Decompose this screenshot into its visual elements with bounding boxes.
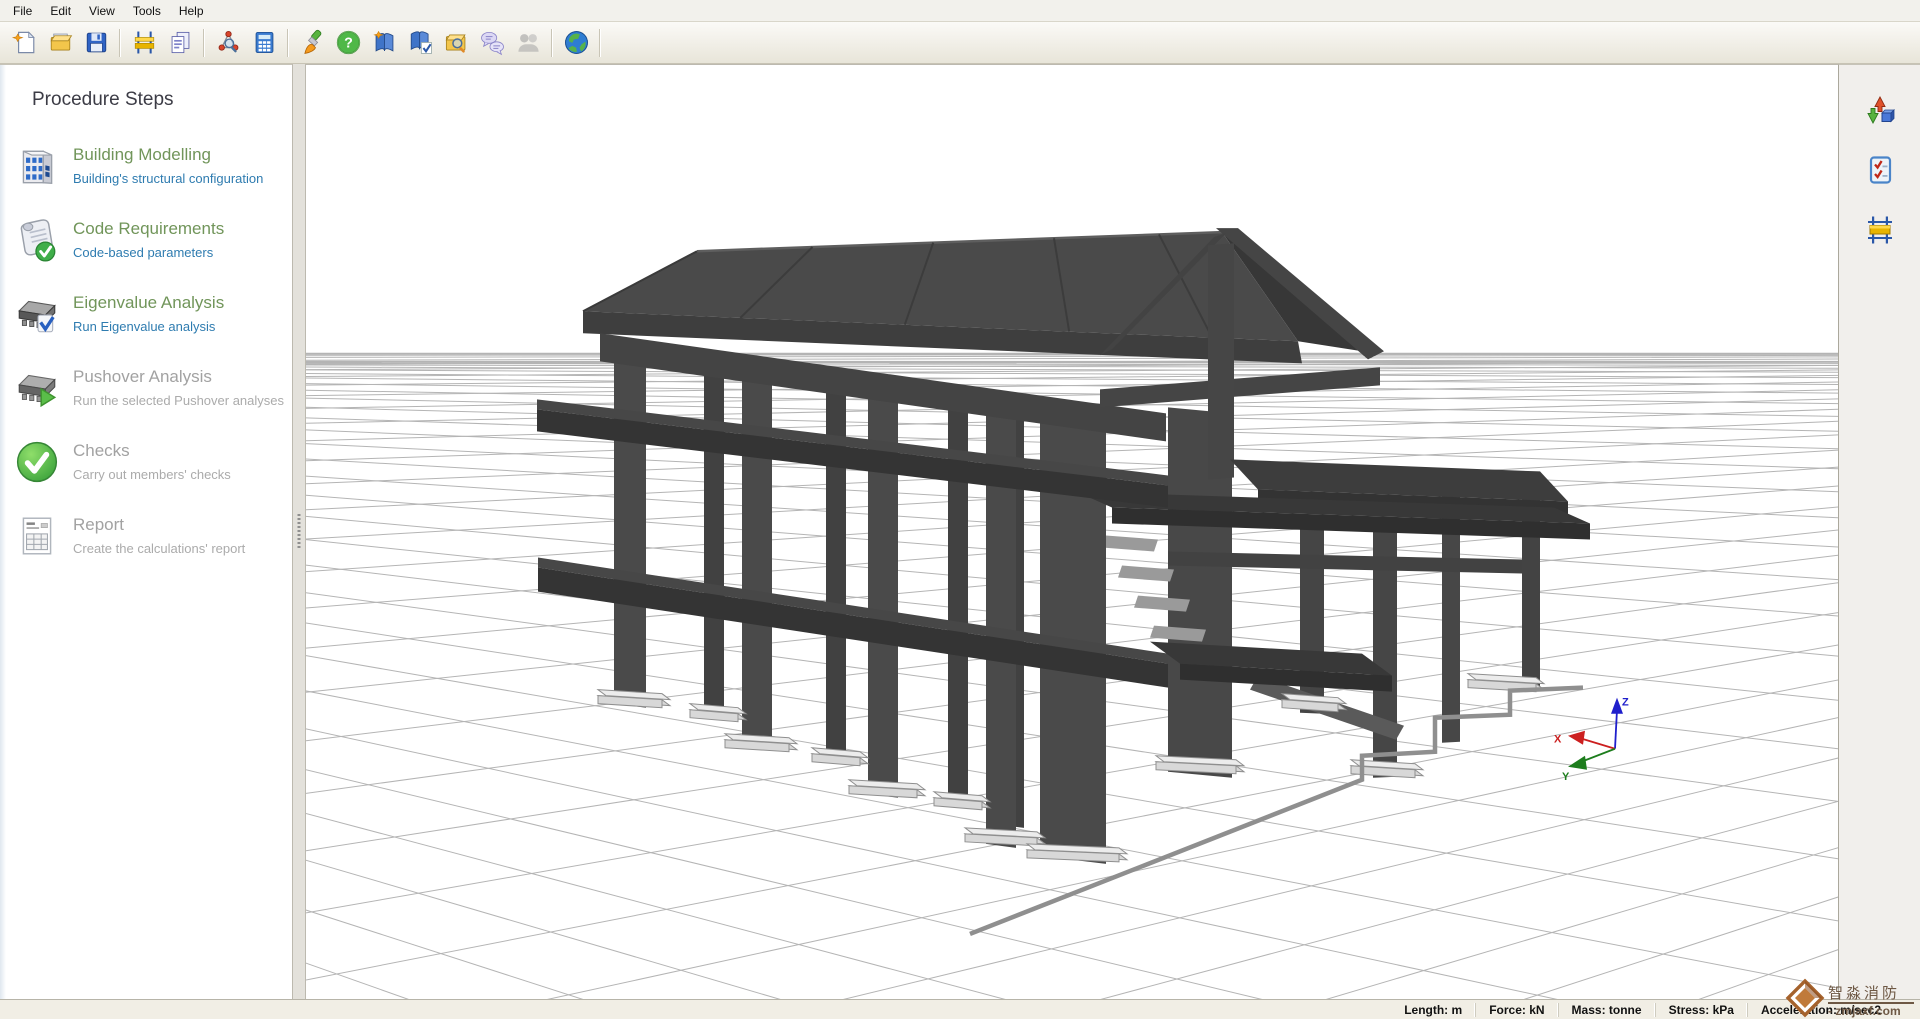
manual-book-icon[interactable] [403, 26, 437, 60]
splitter-grip-icon [298, 514, 301, 550]
svg-text:Y: Y [1562, 771, 1570, 783]
svg-text:Z: Z [1622, 697, 1629, 709]
menu-view[interactable]: View [80, 2, 124, 20]
sidebar-splitter[interactable] [292, 64, 306, 999]
procedure-step-eigenvalue-analysis[interactable]: Eigenvalue Analysis Run Eigenvalue analys… [0, 277, 292, 351]
toolbar-separator [287, 29, 289, 57]
application-window: FileEditViewToolsHelp ? Procedure Steps … [0, 0, 1920, 1019]
new-project-icon[interactable] [7, 26, 41, 60]
status-field-mass: Mass: tonne [1558, 1003, 1655, 1017]
print-report-icon[interactable] [163, 26, 197, 60]
step-subtitle: Code-based parameters [73, 245, 224, 261]
code-requirements-icon [14, 217, 60, 263]
toolbar-separator [119, 29, 121, 57]
procedure-step-pushover-analysis[interactable]: Pushover Analysis Run the selected Pushov… [0, 351, 292, 425]
procedure-step-report[interactable]: Report Create the calculations' report [0, 499, 292, 573]
step-subtitle: Building's structural configuration [73, 171, 263, 187]
procedure-step-building-modelling[interactable]: Building Modelling Building's structural … [0, 129, 292, 203]
procedure-steps-title: Procedure Steps [0, 65, 292, 111]
support-icon [511, 26, 545, 60]
step-title: Pushover Analysis [73, 367, 284, 387]
procedure-step-checks[interactable]: Checks Carry out members' checks [0, 425, 292, 499]
status-bar: Length: mForce: kNMass: tonneStress: kPa… [0, 999, 1920, 1019]
step-title: Checks [73, 441, 231, 461]
website-icon[interactable] [559, 26, 593, 60]
eigenvalue-icon [14, 291, 60, 337]
svg-text:X: X [1554, 734, 1562, 746]
menu-bar: FileEditViewToolsHelp [0, 0, 1920, 22]
forum-icon[interactable] [475, 26, 509, 60]
status-field-acceleration: Acceleration: m/sec2 [1747, 1003, 1894, 1017]
step-title: Building Modelling [73, 145, 263, 165]
active-checks-icon[interactable] [1863, 153, 1897, 187]
svg-text:?: ? [344, 36, 353, 52]
tutorial-book-icon[interactable] [367, 26, 401, 60]
main-toolbar: ? [0, 22, 1920, 64]
storey-levels-icon[interactable] [127, 26, 161, 60]
toolbar-separator [551, 29, 553, 57]
step-title: Report [73, 515, 245, 535]
menu-help[interactable]: Help [170, 2, 213, 20]
procedure-step-code-requirements[interactable]: Code Requirements Code-based parameters [0, 203, 292, 277]
step-subtitle: Run Eigenvalue analysis [73, 319, 224, 335]
checks-icon [14, 439, 60, 485]
procedure-steps-panel: Procedure Steps Building ModellingBuildi… [0, 64, 292, 999]
report-icon [14, 513, 60, 559]
pushover-icon [14, 365, 60, 411]
model-3d-scene: Z X Y [306, 65, 1838, 999]
step-subtitle: Run the selected Pushover analyses [73, 393, 284, 409]
step-title: Eigenvalue Analysis [73, 293, 224, 313]
model-viewport[interactable]: Z X Y [306, 64, 1838, 999]
toolbar-separator [203, 29, 205, 57]
refresh-model-icon[interactable] [1863, 93, 1897, 127]
status-field-length: Length: m [1391, 1003, 1475, 1017]
menu-edit[interactable]: Edit [41, 2, 80, 20]
building-icon [14, 143, 60, 189]
open-project-icon[interactable] [43, 26, 77, 60]
storey-slab-icon[interactable] [1863, 213, 1897, 247]
status-field-force: Force: kN [1475, 1003, 1557, 1017]
toolbar-separator [599, 29, 601, 57]
calculator-icon[interactable] [247, 26, 281, 60]
step-title: Code Requirements [73, 219, 224, 239]
search-folder-icon[interactable] [439, 26, 473, 60]
content-area: Procedure Steps Building ModellingBuildi… [0, 64, 1920, 999]
step-subtitle: Carry out members' checks [73, 467, 231, 483]
model-viewer-icon[interactable] [211, 26, 245, 60]
format-brush-icon[interactable] [295, 26, 329, 60]
view-toolbar [1838, 64, 1920, 999]
save-project-icon[interactable] [79, 26, 113, 60]
step-subtitle: Create the calculations' report [73, 541, 245, 557]
procedure-steps-list: Building Modelling Building's structural … [0, 129, 292, 573]
help-icon[interactable]: ? [331, 26, 365, 60]
menu-file[interactable]: File [4, 2, 41, 20]
status-field-stress: Stress: kPa [1655, 1003, 1747, 1017]
menu-tools[interactable]: Tools [124, 2, 170, 20]
